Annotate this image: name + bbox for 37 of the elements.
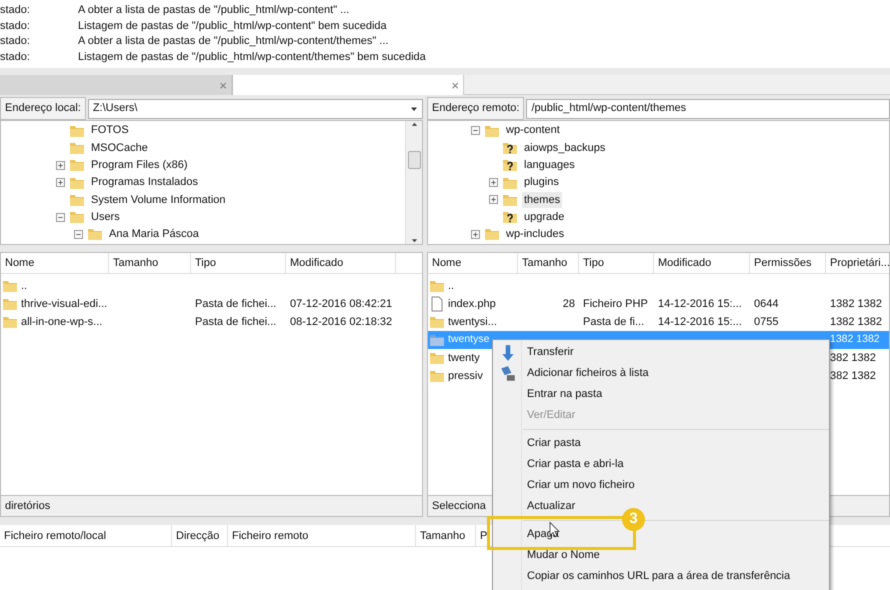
file-cell-text: twentyse [448,332,490,348]
file-cell: 1382 1382 [830,316,882,328]
status-text: diretórios [5,500,50,512]
file-cell: 382 1382 [830,352,876,364]
file-cell: Pasta de fichei... [195,298,276,310]
file-cell: Pasta de fi... [583,316,644,328]
file-cell: 382 1382 [830,370,876,382]
file-cell-text: .. [21,278,28,294]
file-cell-text: index.php [448,296,496,312]
file-cell-text: all-in-one-wp-s... [21,314,102,330]
status-text: Selecciona [432,500,486,512]
file-cell-text: thrive-visual-edi... [21,296,108,312]
file-cell: 0755 [754,316,778,328]
file-cell-text: pressiv [448,368,483,384]
log-label: stado: [0,18,31,34]
file-cell: Ficheiro PHP [583,298,648,310]
log-label: stado: [0,34,31,49]
file-cell: 14-12-2016 15:... [658,298,742,310]
file-cell-text: twentysi... [448,314,497,330]
file-cell: 1382 1382 [830,333,880,346]
file-cell: 0644 [754,298,778,310]
log-message: A obter a lista de pastas de "/public_html/wp-content" ... [78,3,350,18]
file-cell: 08-12-2016 02:18:32 [290,316,392,328]
file-cell: 28 [562,298,575,310]
file-cell: 1382 1382 [830,298,882,310]
address-label: Endereço remoto: [427,97,524,120]
address-label: Endereço local: [0,97,86,120]
file-cell-text: .. [448,278,454,294]
file-cell: Pasta de fichei... [195,316,276,328]
file-cell: 14-12-2016 15:... [658,316,742,328]
log-label: stado: [0,50,31,64]
log-message: Listagem de pastas de "/public_html/wp-content/themes" bem sucedida [78,50,426,64]
log-message: Listagem de pastas de "/public_html/wp-content" bem sucedida [78,18,387,34]
log-label: stado: [0,3,31,18]
file-cell-text: twenty [448,350,480,366]
file-cell: 07-12-2016 08:42:21 [290,298,392,310]
log-message: A obter a lista de pastas de "/public_html/wp-content/themes" ... [78,34,388,49]
